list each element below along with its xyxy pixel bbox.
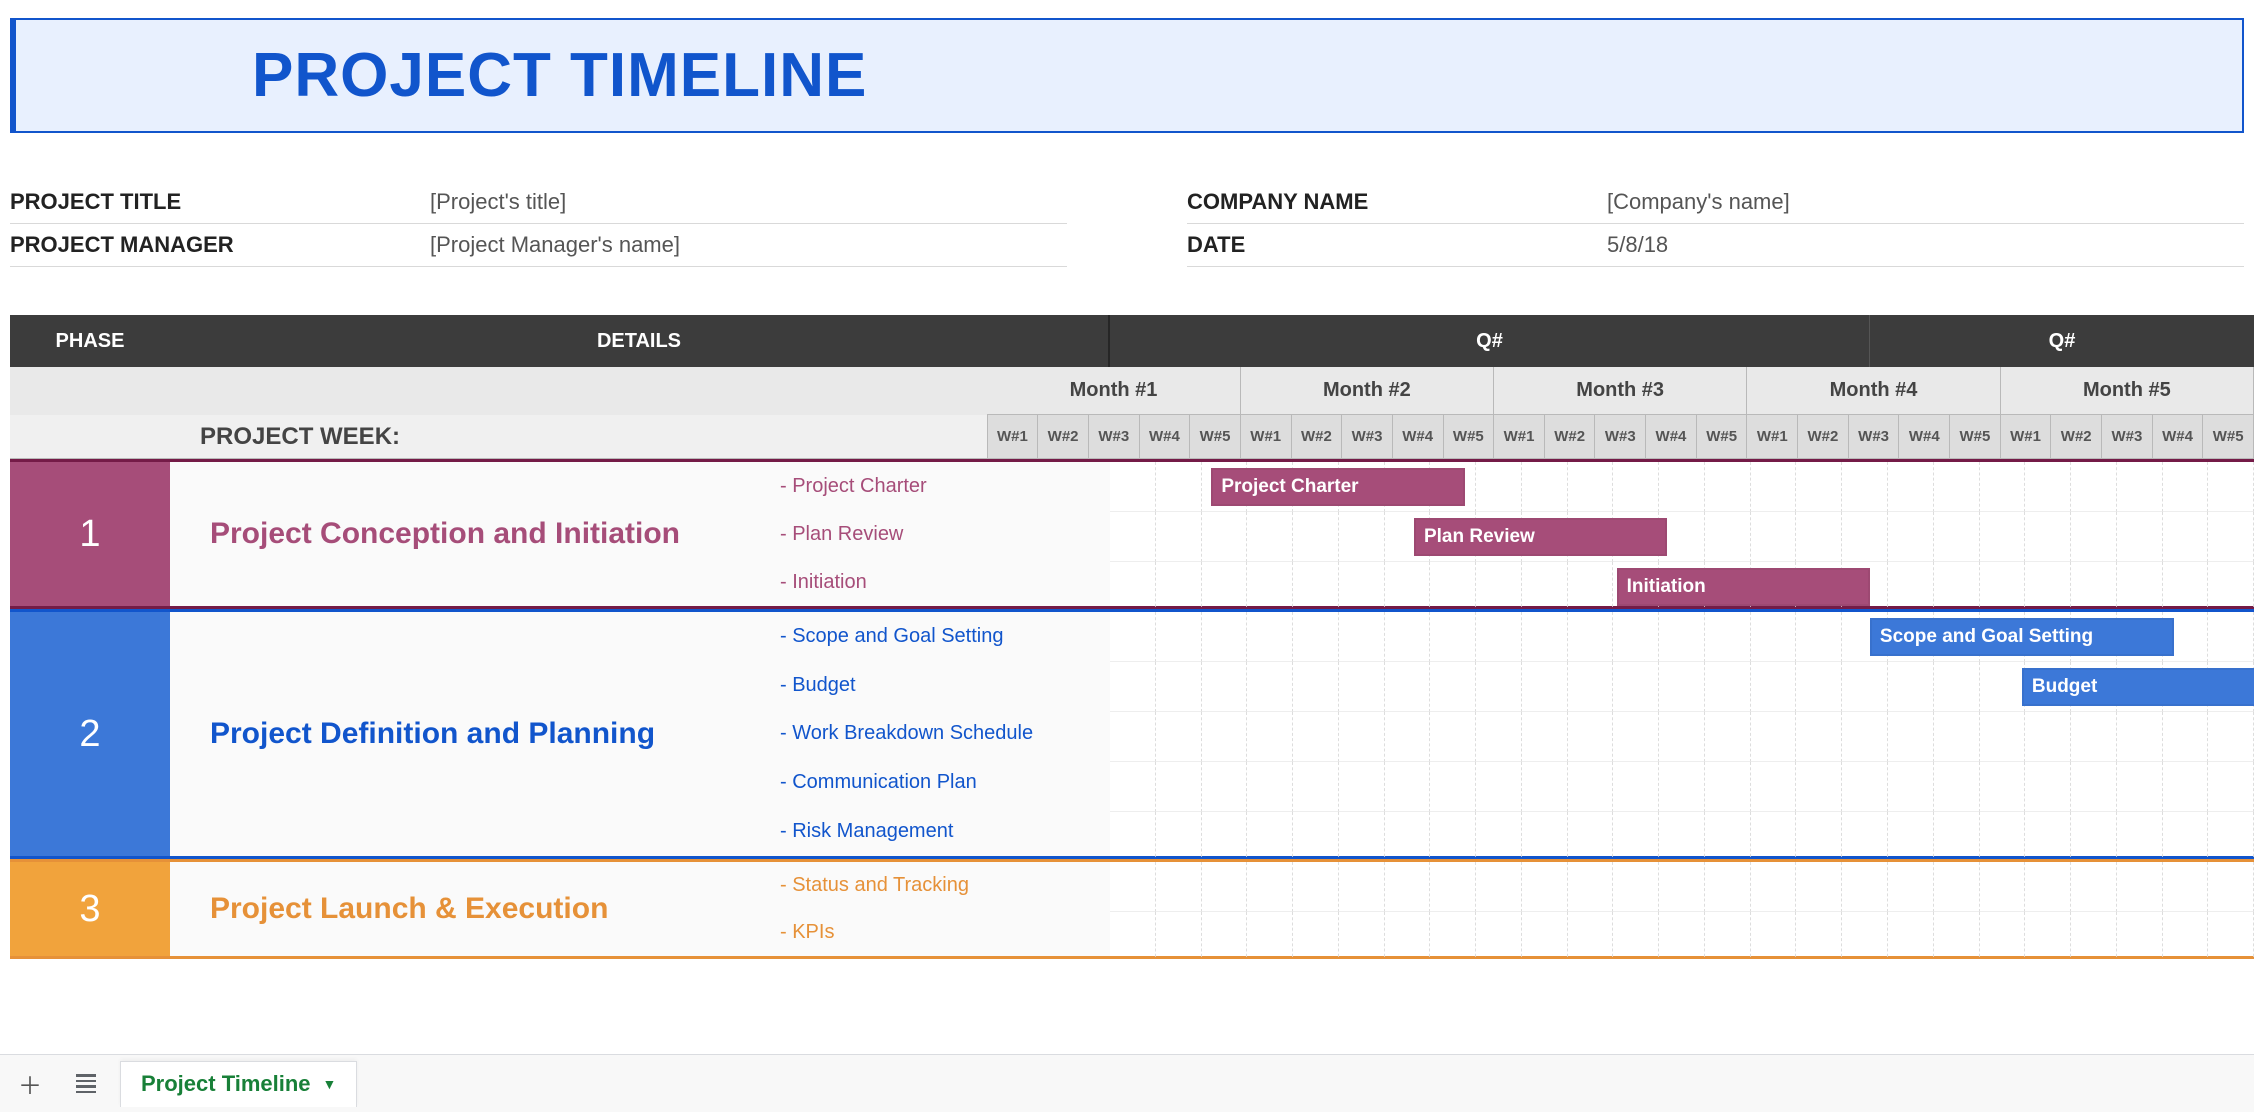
gantt-area: Project Charter Plan Review Initiation [1110, 462, 2254, 606]
phase-number: 3 [10, 862, 170, 956]
phase-detail-item: - Initiation [770, 558, 1110, 606]
phase-number: 1 [10, 462, 170, 606]
header-row-dark: PHASE DETAILS Q# Q# [10, 315, 2254, 367]
gantt-bar[interactable]: Initiation [1617, 568, 1870, 606]
page-title: PROJECT TIMELINE [252, 40, 2242, 111]
company-name-value[interactable]: [Company's name] [1607, 189, 1790, 215]
col-quarter-1: Q# [1110, 315, 1870, 367]
week-header: W#1 [1241, 415, 1292, 459]
phase-name: Project Conception and Initiation [170, 462, 770, 606]
week-header: W#5 [2203, 415, 2254, 459]
phase-detail-item: - Communication Plan [770, 758, 1110, 807]
week-header: W#2 [2051, 415, 2102, 459]
week-header: W#1 [988, 415, 1039, 459]
phase-block: 1Project Conception and Initiation- Proj… [10, 459, 2254, 609]
timeline-table: PHASE DETAILS Q# Q# Month #1Month #2Mont… [10, 315, 2254, 959]
month-header: Month #5 [2001, 367, 2254, 415]
phase-detail-item: - Plan Review [770, 510, 1110, 558]
week-header: W#2 [1798, 415, 1849, 459]
week-header: W#4 [1646, 415, 1697, 459]
week-header: W#5 [1697, 415, 1748, 459]
week-header: W#4 [1140, 415, 1191, 459]
project-title-label: PROJECT TITLE [10, 189, 430, 215]
gantt-area: Scope and Goal Setting Budget [1110, 612, 2254, 856]
gantt-area [1110, 862, 2254, 956]
week-header: W#3 [1342, 415, 1393, 459]
week-header: W#4 [2153, 415, 2204, 459]
week-header: W#1 [2001, 415, 2052, 459]
week-header: W#3 [1595, 415, 1646, 459]
month-header: Month #2 [1241, 367, 1494, 415]
gantt-bar[interactable]: Plan Review [1414, 518, 1667, 556]
week-header: W#3 [1089, 415, 1140, 459]
month-header: Month #4 [1747, 367, 2000, 415]
week-header: W#5 [1190, 415, 1241, 459]
phase-number: 2 [10, 612, 170, 856]
date-label: DATE [1187, 232, 1607, 258]
date-value[interactable]: 5/8/18 [1607, 232, 1668, 258]
phase-block: 2Project Definition and Planning- Scope … [10, 609, 2254, 859]
meta-area: PROJECT TITLE [Project's title] PROJECT … [10, 181, 2244, 267]
week-header: W#4 [1899, 415, 1950, 459]
week-header: W#3 [1849, 415, 1900, 459]
phase-detail-item: - Risk Management [770, 807, 1110, 856]
week-header: W#2 [1545, 415, 1596, 459]
month-row: Month #1Month #2Month #3Month #4Month #5 [10, 367, 2254, 415]
week-header: W#2 [1292, 415, 1343, 459]
project-title-value[interactable]: [Project's title] [430, 189, 566, 215]
phase-block: 3Project Launch & Execution- Status and … [10, 859, 2254, 959]
project-manager-label: PROJECT MANAGER [10, 232, 430, 258]
week-header: W#4 [1393, 415, 1444, 459]
phase-name: Project Launch & Execution [170, 862, 770, 956]
sheet-bottom-bar: ＋ Project Timeline ▼ [0, 1054, 2254, 1112]
phase-detail-item: - Project Charter [770, 462, 1110, 510]
month-header: Month #3 [1494, 367, 1747, 415]
month-header: Month #1 [987, 367, 1240, 415]
project-week-label: PROJECT WEEK: [10, 415, 529, 459]
sheet-tab-active[interactable]: Project Timeline ▼ [120, 1061, 357, 1107]
phase-detail-item: - Scope and Goal Setting [770, 612, 1110, 661]
phase-name: Project Definition and Planning [170, 612, 770, 856]
week-header: W#5 [1950, 415, 2001, 459]
company-name-label: COMPANY NAME [1187, 189, 1607, 215]
phase-detail-item: - Work Breakdown Schedule [770, 710, 1110, 759]
gantt-bar[interactable]: Budget [2022, 668, 2254, 706]
week-header: W#5 [1444, 415, 1495, 459]
all-sheets-button[interactable] [64, 1064, 108, 1104]
add-sheet-button[interactable]: ＋ [8, 1064, 52, 1104]
sheet-tab-label: Project Timeline [141, 1071, 311, 1097]
week-row: PROJECT WEEK: W#1W#2W#3W#4W#5W#1W#2W#3W#… [10, 415, 2254, 459]
phase-detail-item: - Budget [770, 661, 1110, 710]
week-header: W#3 [2102, 415, 2153, 459]
week-header: W#1 [1494, 415, 1545, 459]
col-quarter-2: Q# [1870, 315, 2254, 367]
week-header: W#2 [1038, 415, 1089, 459]
menu-icon [76, 1074, 96, 1093]
col-phase: PHASE [10, 315, 170, 367]
chevron-down-icon: ▼ [323, 1076, 337, 1092]
week-header: W#1 [1747, 415, 1798, 459]
col-details: DETAILS [170, 315, 1110, 367]
project-manager-value[interactable]: [Project Manager's name] [430, 232, 680, 258]
title-banner: PROJECT TIMELINE [10, 18, 2244, 133]
phase-detail-item: - KPIs [770, 909, 1110, 956]
gantt-bar[interactable]: Scope and Goal Setting [1870, 618, 2174, 656]
phase-detail-item: - Status and Tracking [770, 862, 1110, 909]
gantt-bar[interactable]: Project Charter [1211, 468, 1464, 506]
